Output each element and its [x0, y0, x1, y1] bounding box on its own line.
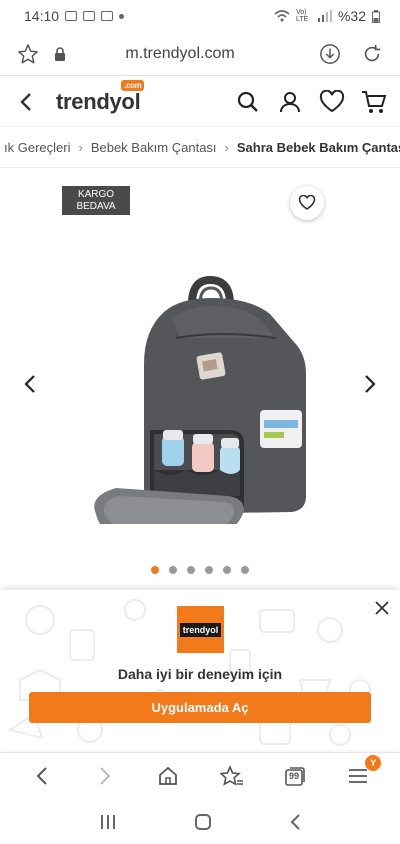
logo-com-badge: .com — [120, 80, 145, 91]
status-left: 14:10 — [24, 8, 125, 24]
trendyol-logo[interactable]: trendyol .com — [56, 80, 145, 115]
app-install-banner: trendyol Daha iyi bir deneyim için Uygul… — [0, 590, 400, 750]
download-icon[interactable] — [318, 42, 342, 66]
badge-line-1: KARGO — [77, 189, 115, 200]
home-icon[interactable] — [153, 761, 183, 791]
heart-icon[interactable] — [318, 88, 346, 116]
browser-back-icon[interactable] — [27, 761, 57, 791]
badge-line-2: BEDAVA — [76, 201, 116, 212]
home-button-icon[interactable] — [194, 813, 212, 831]
breadcrumb-current: Sahra Bebek Bakım Çantası — [236, 139, 400, 155]
product-image[interactable] — [80, 234, 320, 524]
more-notifications-icon — [119, 13, 125, 19]
breadcrumb: ık Gereçleri › Bebek Bakım Çantası › Sah… — [0, 126, 400, 168]
network-type: Vo) LTE — [295, 9, 309, 23]
star-icon[interactable] — [16, 42, 40, 66]
image-pagination — [0, 566, 400, 574]
pagination-dot[interactable] — [205, 566, 213, 574]
open-in-app-button[interactable]: Uygulamada Aç — [29, 692, 371, 723]
breadcrumb-item-2[interactable]: Bebek Bakım Çantası — [91, 140, 217, 155]
notification-icon — [65, 11, 78, 21]
menu-icon[interactable]: Y — [343, 754, 382, 791]
pagination-dot[interactable] — [151, 566, 159, 574]
browser-address-bar: m.trendyol.com — [0, 32, 400, 76]
status-right: Vo) LTE %32 — [274, 8, 380, 24]
page: 14:10 Vo) LTE %32 m.trendyol.com trendyo… — [0, 0, 400, 844]
free-shipping-badge: KARGO BEDAVA — [62, 186, 130, 215]
chevron-left-icon[interactable] — [20, 372, 40, 396]
header-actions — [234, 88, 388, 116]
chevron-right-icon[interactable] — [360, 372, 380, 396]
menu-badge: Y — [365, 754, 382, 771]
back-arrow-icon[interactable] — [12, 88, 40, 116]
system-back-icon[interactable] — [289, 813, 301, 831]
logo-text: trendyol — [56, 89, 141, 114]
recent-apps-icon[interactable] — [99, 814, 117, 830]
user-icon[interactable] — [276, 88, 304, 116]
browser-bottom-nav: 99 Y — [0, 752, 400, 798]
system-nav-bar — [0, 800, 400, 844]
cart-icon[interactable] — [360, 88, 388, 116]
signal-icon — [317, 10, 332, 22]
app-logo-text: trendyol — [179, 622, 222, 637]
banner-message: Daha iyi bir deneyim için — [117, 666, 283, 682]
pagination-dot[interactable] — [241, 566, 249, 574]
battery-icon — [372, 9, 380, 23]
app-notification-icon — [101, 11, 114, 21]
refresh-icon[interactable] — [360, 42, 384, 66]
status-time: 14:10 — [24, 8, 60, 24]
close-icon[interactable] — [372, 598, 392, 618]
gallery-notification-icon — [83, 11, 96, 21]
pagination-dot[interactable] — [187, 566, 195, 574]
tabs-icon[interactable]: 99 — [280, 761, 310, 791]
status-bar: 14:10 Vo) LTE %32 — [0, 0, 400, 32]
heart-icon — [298, 195, 316, 210]
chevron-right-icon: › — [224, 139, 229, 155]
tab-count: 99 — [288, 770, 299, 781]
battery-level: %32 — [337, 8, 366, 24]
browser-forward-icon[interactable] — [90, 761, 120, 791]
search-icon[interactable] — [234, 88, 262, 116]
bookmarks-icon[interactable] — [217, 761, 247, 791]
chevron-right-icon: › — [78, 139, 83, 155]
site-header: trendyol .com — [0, 78, 400, 126]
url-text[interactable]: m.trendyol.com — [42, 45, 318, 63]
pagination-dot[interactable] — [223, 566, 231, 574]
wifi-icon — [274, 10, 290, 22]
breadcrumb-item-1[interactable]: ık Gereçleri — [4, 140, 70, 155]
trendyol-app-logo: trendyol — [177, 606, 224, 653]
product-gallery[interactable]: KARGO BEDAVA — [0, 172, 400, 590]
pagination-dot[interactable] — [169, 566, 177, 574]
favorite-button[interactable] — [290, 186, 324, 220]
